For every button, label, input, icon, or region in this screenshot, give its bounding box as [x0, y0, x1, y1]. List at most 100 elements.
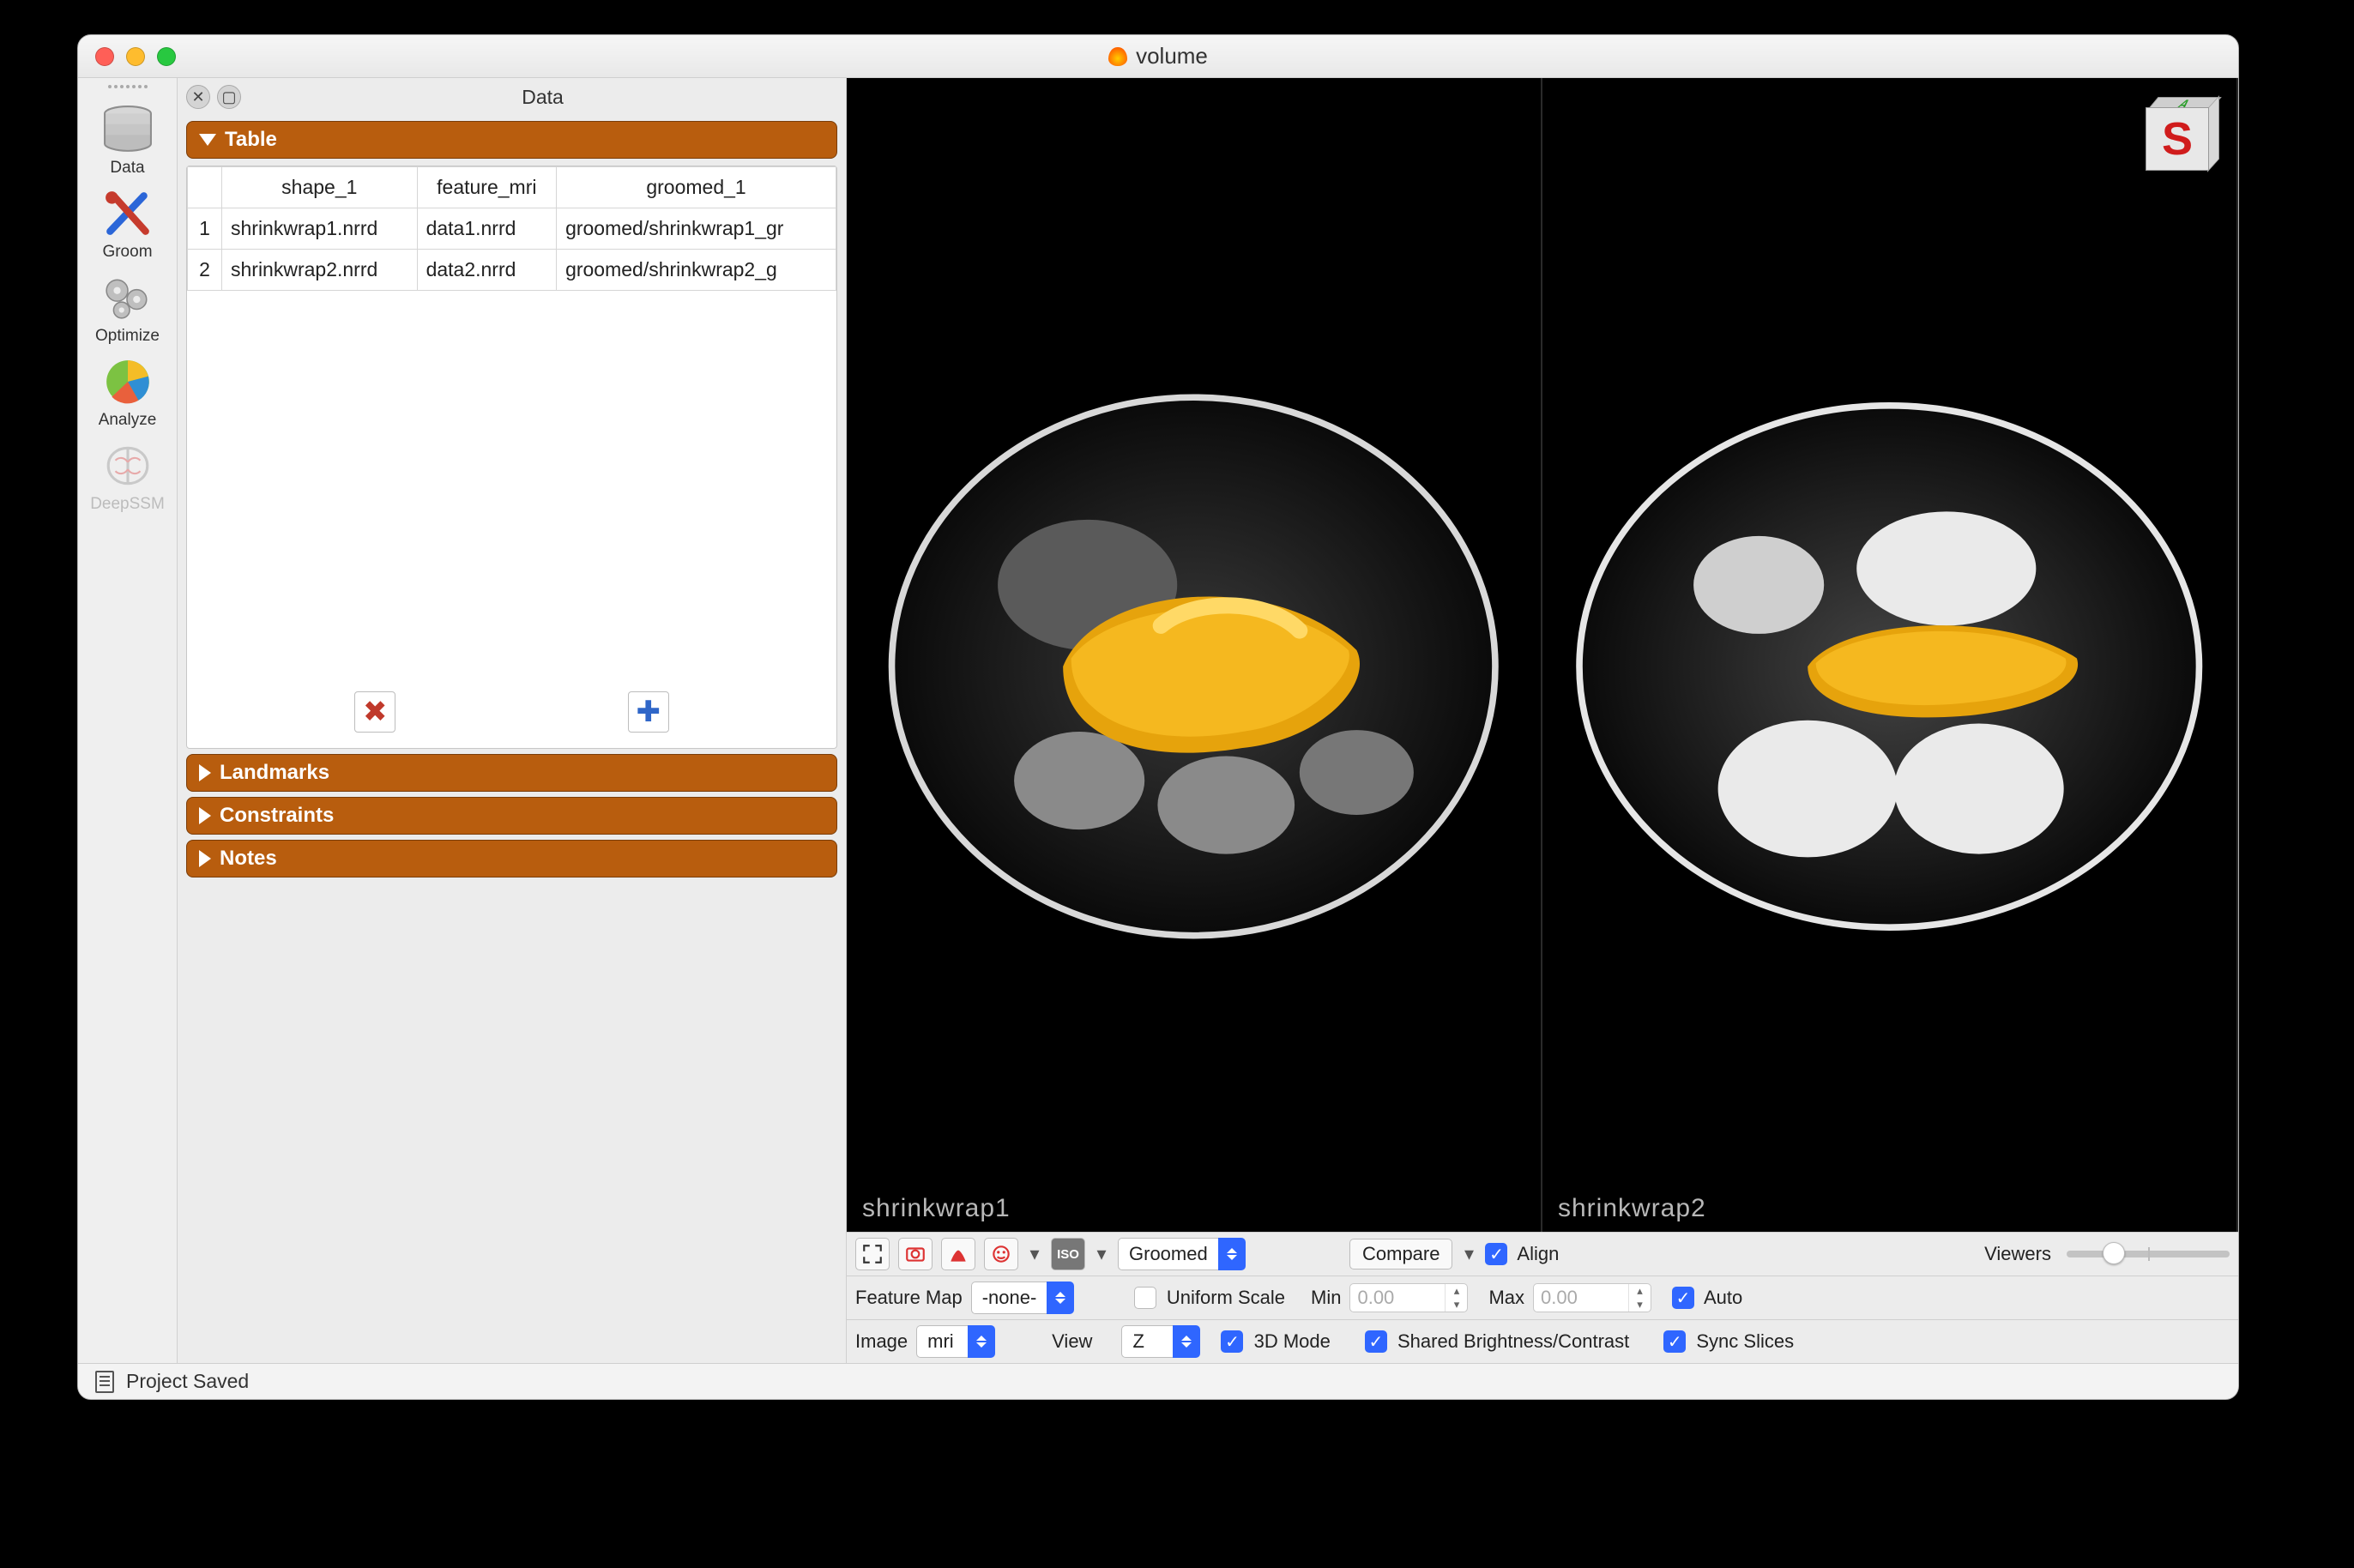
viewers-label: Viewers — [1984, 1243, 2051, 1265]
min-spinbox[interactable]: ▴▾ — [1349, 1283, 1468, 1312]
window-title-text: volume — [1136, 43, 1208, 69]
button-label: Compare — [1362, 1243, 1440, 1264]
points-button[interactable] — [941, 1238, 975, 1270]
sidebar-item-data[interactable]: Data — [78, 97, 177, 181]
col-header[interactable]: feature_mri — [417, 167, 557, 208]
slider-thumb[interactable] — [2103, 1242, 2125, 1264]
cell[interactable]: shrinkwrap1.nrrd — [222, 208, 418, 250]
spin-up[interactable]: ▴ — [1446, 1284, 1467, 1298]
surface-menu[interactable]: ▾ — [1027, 1238, 1042, 1270]
chevron-right-icon — [199, 850, 211, 867]
section-label: Constraints — [220, 804, 334, 828]
gears-icon — [98, 272, 158, 323]
max-spinbox[interactable]: ▴▾ — [1533, 1283, 1651, 1312]
checkbox-icon: ✓ — [1663, 1330, 1686, 1353]
auto-option[interactable]: ✓ Auto — [1672, 1287, 1742, 1310]
image-label: Image — [855, 1330, 908, 1353]
sidebar-item-label: DeepSSM — [78, 495, 177, 514]
render-view-2[interactable]: shrinkwrap2 — [1542, 78, 2238, 1232]
viewport-area: shrinkwrap1 — [847, 78, 2238, 1363]
col-header[interactable]: groomed_1 — [557, 167, 836, 208]
cube-side-face[interactable] — [2207, 95, 2219, 172]
panel-close-button[interactable]: ✕ — [186, 85, 210, 109]
section-table[interactable]: Table — [186, 121, 837, 159]
mode3d-option[interactable]: ✓ 3D Mode — [1221, 1330, 1330, 1354]
orientation-cube[interactable]: A S — [2146, 97, 2219, 171]
zoom-window-button[interactable] — [157, 47, 176, 66]
shared-bc-option[interactable]: ✓ Shared Brightness/Contrast — [1365, 1330, 1629, 1354]
render-view-1[interactable]: shrinkwrap1 — [847, 78, 1542, 1232]
col-header[interactable]: shape_1 — [222, 167, 418, 208]
checkbox-label: Align — [1517, 1243, 1559, 1264]
checkbox-label: Sync Slices — [1696, 1330, 1794, 1352]
cell[interactable]: groomed/shrinkwrap2_g — [557, 250, 836, 291]
cube-front-face[interactable]: S — [2146, 107, 2209, 171]
viewers-slider[interactable] — [2067, 1251, 2230, 1257]
row-number: 2 — [188, 250, 222, 291]
compare-menu[interactable]: ▾ — [1461, 1238, 1476, 1270]
uniform-scale-option[interactable]: ✓ Uniform Scale — [1134, 1287, 1285, 1310]
spin-down[interactable]: ▾ — [1629, 1298, 1651, 1312]
sidebar-item-label: Analyze — [78, 411, 177, 430]
sidebar-item-groom[interactable]: Groom — [78, 181, 177, 265]
table-row[interactable]: 2 shrinkwrap2.nrrd data2.nrrd groomed/sh… — [188, 250, 836, 291]
sidebar-grip[interactable] — [102, 85, 154, 92]
sidebar-item-optimize[interactable]: Optimize — [78, 265, 177, 349]
delete-row-button[interactable]: ✖ — [354, 691, 395, 733]
checkbox-label: Shared Brightness/Contrast — [1397, 1330, 1629, 1352]
table-row[interactable]: 1 shrinkwrap1.nrrd data1.nrrd groomed/sh… — [188, 208, 836, 250]
iso-menu[interactable]: ▾ — [1094, 1238, 1109, 1270]
panel-detach-button[interactable]: ▢ — [217, 85, 241, 109]
pie-chart-icon — [98, 356, 158, 407]
spin-down[interactable]: ▾ — [1446, 1298, 1467, 1312]
max-label: Max — [1488, 1287, 1524, 1309]
section-notes[interactable]: Notes — [186, 840, 837, 877]
sync-slices-option[interactable]: ✓ Sync Slices — [1663, 1330, 1794, 1354]
select-value: Z — [1132, 1330, 1144, 1353]
select-value: Groomed — [1129, 1243, 1208, 1265]
chevron-down-icon — [199, 134, 216, 146]
add-row-button[interactable]: ✚ — [628, 691, 669, 733]
brain-icon — [98, 440, 158, 492]
cell[interactable]: shrinkwrap2.nrrd — [222, 250, 418, 291]
window-title: volume — [78, 43, 2238, 69]
panel-title: Data — [248, 86, 837, 109]
chevron-right-icon — [199, 764, 211, 781]
cell[interactable]: data1.nrrd — [417, 208, 557, 250]
sidebar-item-deepssm[interactable]: DeepSSM — [78, 433, 177, 517]
screenshot-button[interactable] — [898, 1238, 933, 1270]
autoview-button[interactable] — [855, 1238, 890, 1270]
section-label: Landmarks — [220, 761, 329, 785]
section-landmarks[interactable]: Landmarks — [186, 754, 837, 792]
titlebar: volume — [78, 35, 2238, 78]
surface-button[interactable] — [984, 1238, 1018, 1270]
checkbox-label: 3D Mode — [1254, 1330, 1331, 1352]
mri-slice — [1563, 309, 2215, 1024]
feature-map-select[interactable]: -none- — [971, 1282, 1108, 1314]
cell[interactable]: data2.nrrd — [417, 250, 557, 291]
min-input[interactable] — [1350, 1284, 1445, 1312]
cell[interactable]: groomed/shrinkwrap1_gr — [557, 208, 836, 250]
app-window: volume Data Groom — [77, 34, 2239, 1400]
view-caption: shrinkwrap1 — [862, 1194, 1011, 1223]
minimize-window-button[interactable] — [126, 47, 145, 66]
display-mode-select[interactable]: Groomed — [1118, 1238, 1341, 1270]
render-area[interactable]: shrinkwrap1 — [847, 78, 2238, 1232]
spin-up[interactable]: ▴ — [1629, 1284, 1651, 1298]
image-select[interactable]: mri — [916, 1325, 1028, 1358]
close-window-button[interactable] — [95, 47, 114, 66]
row-number: 1 — [188, 208, 222, 250]
feature-map-label: Feature Map — [855, 1287, 963, 1309]
sidebar-item-analyze[interactable]: Analyze — [78, 349, 177, 433]
mri-slice — [867, 309, 1519, 1024]
axis-select[interactable]: Z — [1121, 1325, 1200, 1358]
document-icon — [95, 1371, 114, 1393]
iso-button[interactable]: ISO — [1051, 1238, 1085, 1270]
sidebar-item-label: Optimize — [78, 327, 177, 346]
status-text: Project Saved — [126, 1370, 249, 1393]
section-constraints[interactable]: Constraints — [186, 797, 837, 835]
workflow-sidebar: Data Groom Optimize Analyze — [78, 78, 178, 1363]
max-input[interactable] — [1534, 1284, 1628, 1312]
compare-button[interactable]: Compare — [1349, 1239, 1452, 1269]
align-option[interactable]: ✓ Align — [1485, 1243, 1559, 1266]
